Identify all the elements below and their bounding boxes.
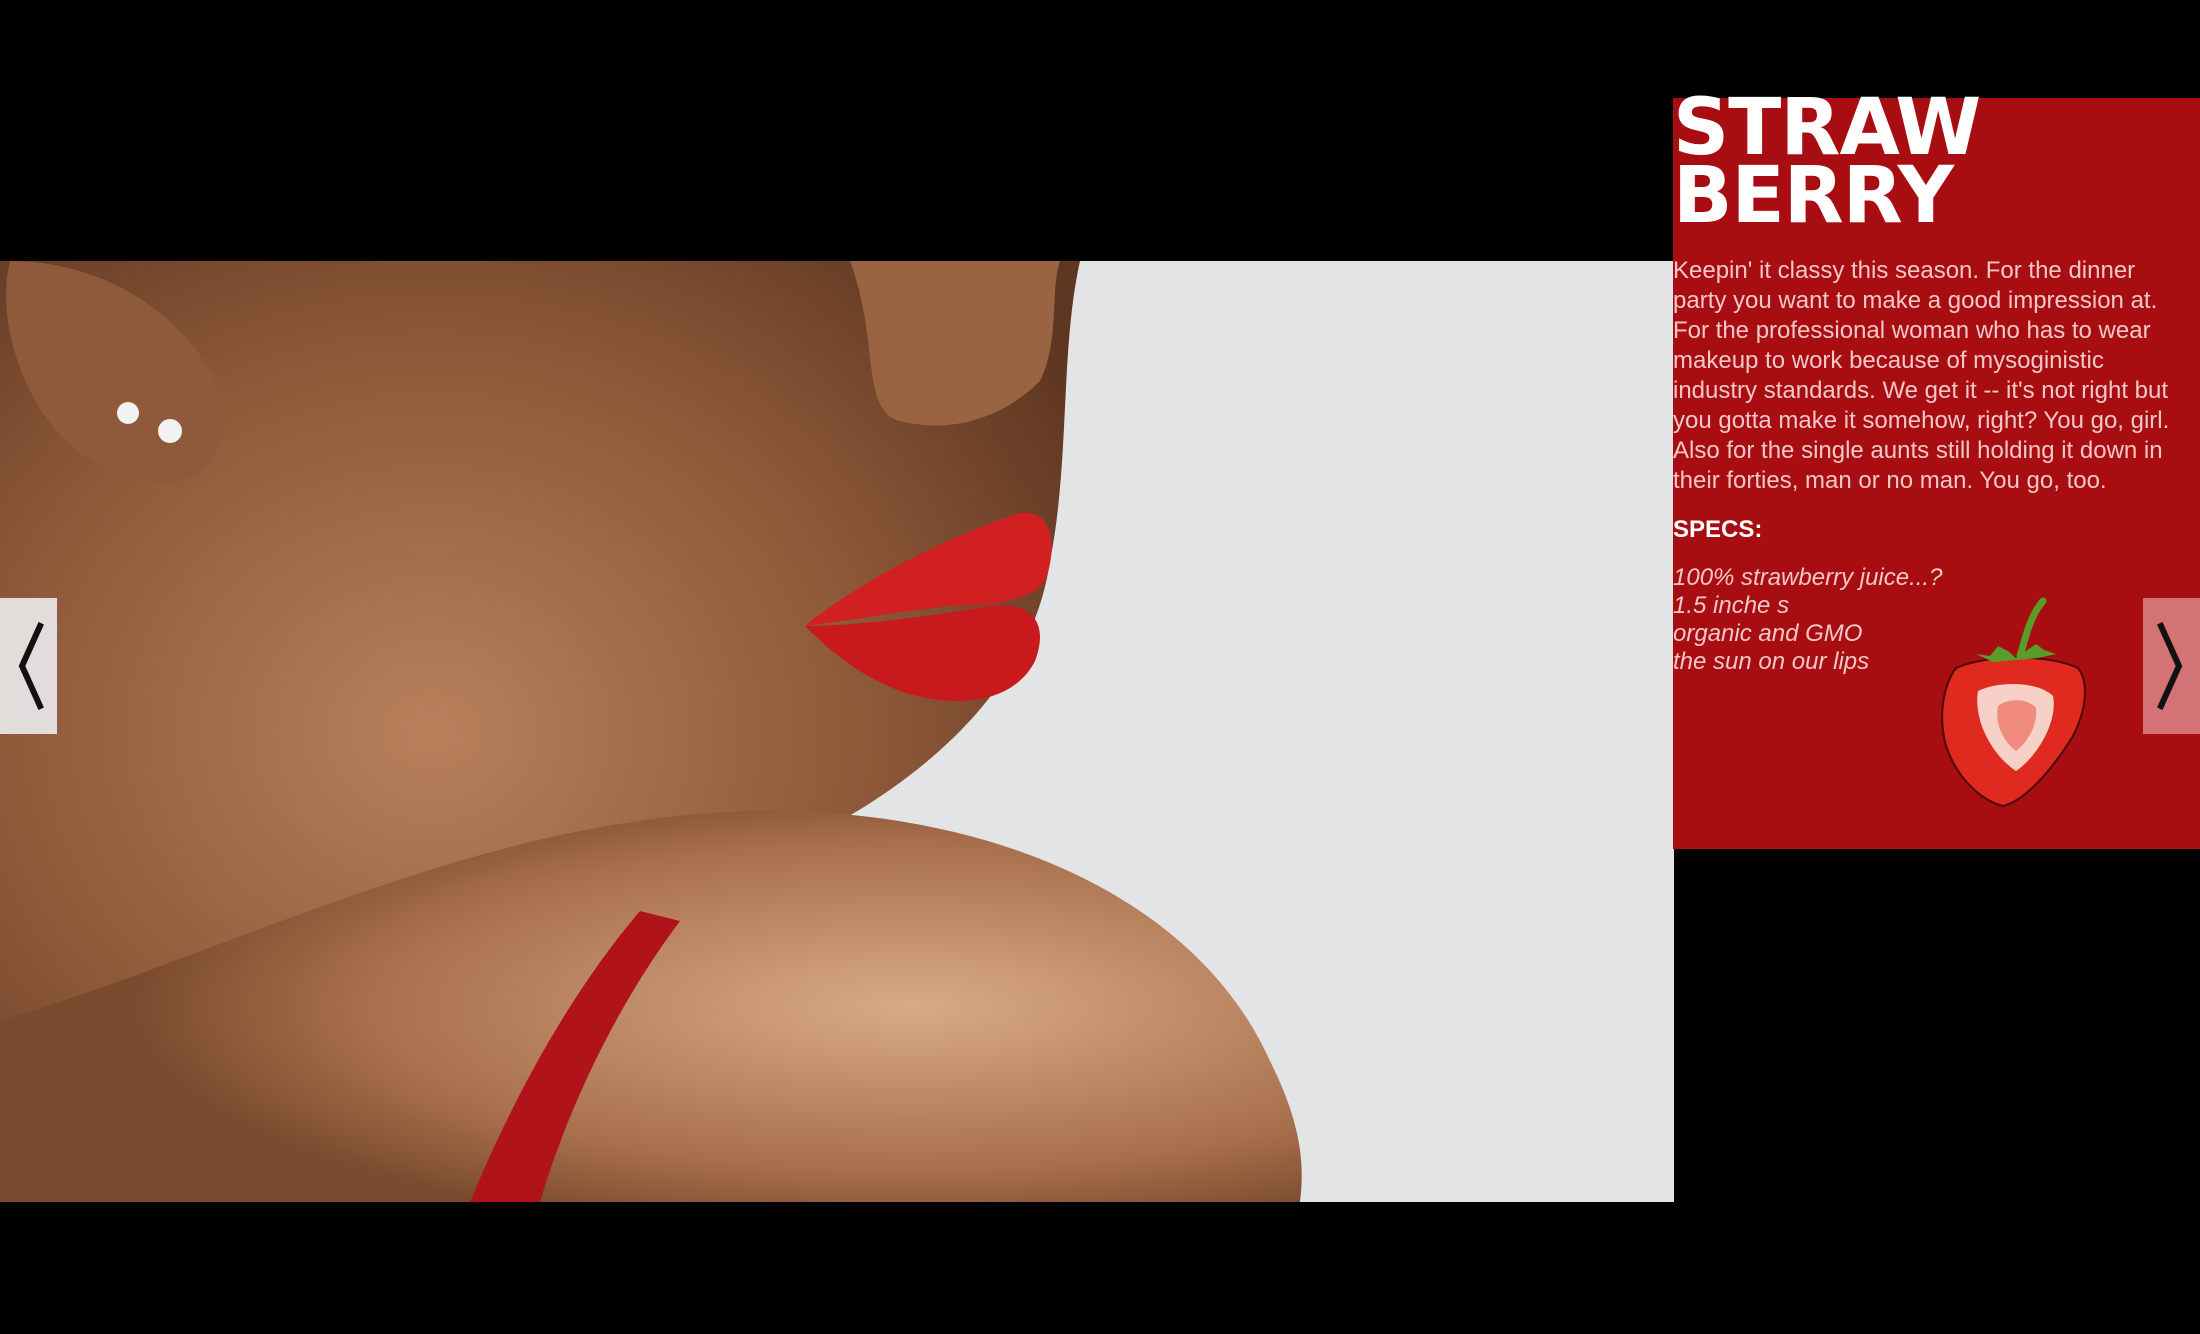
product-info-panel: STRAW BERRY Keepin' it classy this seaso… xyxy=(1673,89,2200,849)
product-description: Keepin' it classy this season. For the d… xyxy=(1673,257,2170,494)
product-title: STRAW BERRY xyxy=(1673,89,1981,241)
product-title-line2: BERRY xyxy=(1673,151,1954,241)
prev-slide-button[interactable] xyxy=(0,598,57,734)
spec-item: organic and GMO xyxy=(1673,620,1863,647)
slideshow: STRAW BERRY Keepin' it classy this seaso… xyxy=(0,0,2200,1334)
spec-item: the sun on our lips xyxy=(1673,648,1870,675)
specs-list: 100% strawberry juice...? 1.5 inche s or… xyxy=(1673,564,1942,676)
next-slide-button[interactable] xyxy=(2143,598,2200,734)
strawberry-icon xyxy=(1941,597,2086,808)
model-photo-illustration xyxy=(0,261,1674,1202)
spec-item: 1.5 inche s xyxy=(1673,592,1790,619)
spec-item: 100% strawberry juice...? xyxy=(1673,564,1943,591)
model-photo xyxy=(0,261,1674,1202)
chevron-right-icon xyxy=(2156,622,2182,710)
chevron-left-icon xyxy=(18,622,44,710)
specs-heading: SPECS: xyxy=(1673,516,1763,543)
